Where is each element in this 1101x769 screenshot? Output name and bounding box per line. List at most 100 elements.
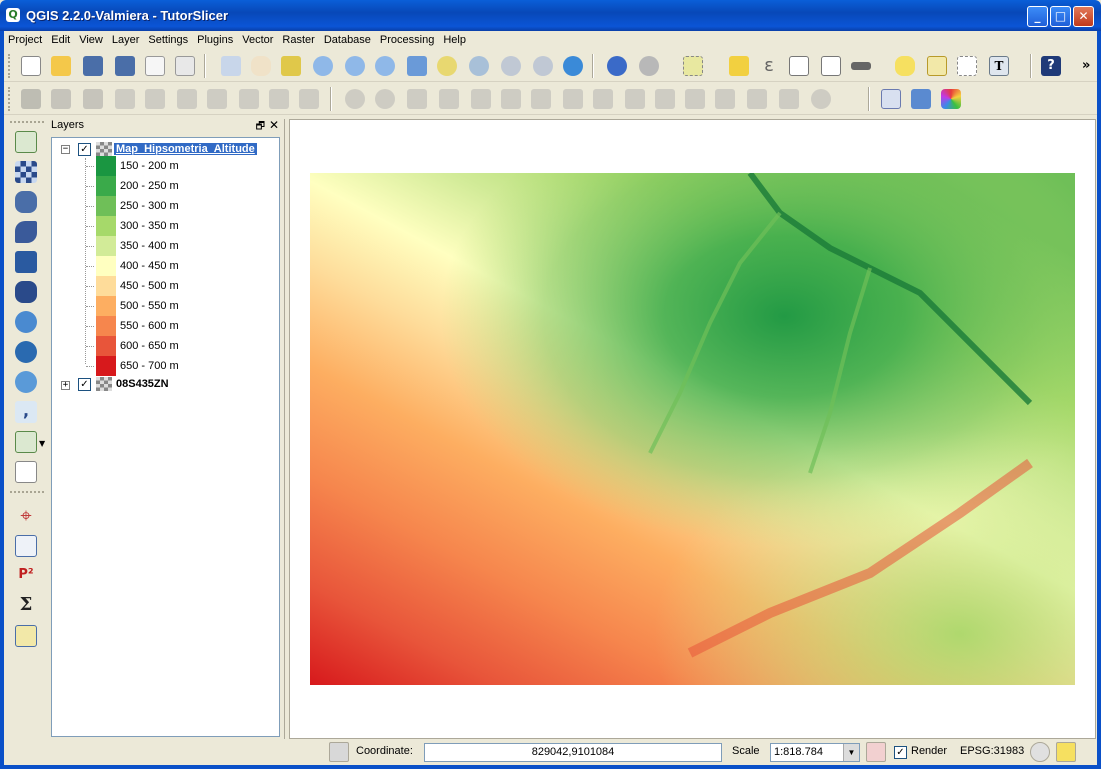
show-bookmarks-button[interactable] [954, 53, 980, 79]
add-delimited-text-button[interactable]: , [13, 399, 39, 425]
add-mssql-layer-button[interactable] [13, 249, 39, 275]
open-project-button[interactable] [48, 53, 74, 79]
add-ring-button[interactable] [436, 86, 462, 112]
add-wms-layer-button[interactable] [13, 309, 39, 335]
rotate-feature-button[interactable] [808, 86, 834, 112]
map-tips-button[interactable] [892, 53, 918, 79]
identify-button[interactable] [604, 53, 630, 79]
add-oracle-layer-button[interactable] [13, 279, 39, 305]
menu-layer[interactable]: Layer [108, 31, 145, 48]
maximize-button[interactable]: □ [1050, 6, 1071, 27]
warning-icon[interactable] [1056, 742, 1076, 762]
statistics-button[interactable] [818, 53, 844, 79]
run-action-button[interactable] [636, 53, 662, 79]
layer-item-08s435zn[interactable]: 08S435ZN [116, 375, 169, 393]
zoom-full-button[interactable] [404, 53, 430, 79]
save-project-button[interactable] [80, 53, 106, 79]
layer-labeling-button[interactable] [908, 86, 934, 112]
close-panel-icon[interactable]: ✕ [269, 118, 279, 132]
add-vector-layer-button[interactable] [13, 129, 39, 155]
add-wcs-layer-button[interactable] [13, 339, 39, 365]
georeferencer-button[interactable]: ⌖ [13, 503, 39, 529]
style-manager-button[interactable] [938, 86, 964, 112]
node-tool-button[interactable] [174, 86, 200, 112]
current-edits-button[interactable] [18, 86, 44, 112]
chevron-down-icon[interactable]: ▼ [843, 744, 859, 761]
remove-layer-button[interactable] [13, 459, 39, 485]
menu-raster[interactable]: Raster [278, 31, 319, 48]
minimize-button[interactable]: _ [1027, 6, 1048, 27]
new-shapefile-button[interactable] [13, 429, 39, 455]
layer-visibility-checkbox[interactable]: ✓ [78, 378, 91, 391]
select-features-button[interactable] [680, 53, 706, 79]
menu-project[interactable]: Project [4, 31, 47, 48]
crs-status-button[interactable]: EPSG:31983 [960, 745, 1024, 757]
touch-zoom-button[interactable] [218, 53, 244, 79]
add-wfs-layer-button[interactable] [13, 369, 39, 395]
labeling-button[interactable] [878, 86, 904, 112]
help-button[interactable]: ? [1038, 53, 1064, 79]
menu-vector[interactable]: Vector [238, 31, 278, 48]
sum-statistics-button[interactable]: Σ [13, 593, 39, 619]
merge-attributes-button[interactable] [744, 86, 770, 112]
collapse-layer-toggle[interactable]: − [61, 145, 70, 154]
zoom-last-button[interactable] [498, 53, 524, 79]
stop-render-icon[interactable] [866, 742, 886, 762]
menu-view[interactable]: View [75, 31, 108, 48]
menu-processing[interactable]: Processing [376, 31, 439, 48]
menu-edit[interactable]: Edit [47, 31, 75, 48]
map-canvas[interactable] [289, 119, 1096, 739]
fill-ring-button[interactable] [498, 86, 524, 112]
zoom-to-layer-button[interactable] [466, 53, 492, 79]
undo-button[interactable] [342, 86, 368, 112]
menu-database[interactable]: Database [320, 31, 376, 48]
delete-selected-button[interactable] [204, 86, 230, 112]
layer-visibility-checkbox[interactable]: ✓ [78, 143, 91, 156]
panel-splitter[interactable] [284, 119, 288, 739]
offset-curve-button[interactable] [622, 86, 648, 112]
notepad-button[interactable] [13, 623, 39, 649]
add-part-button[interactable] [468, 86, 494, 112]
simplify-feature-button[interactable] [404, 86, 430, 112]
zoom-next-button[interactable] [530, 53, 556, 79]
menu-help[interactable]: Help [439, 31, 471, 48]
new-composer-button[interactable] [142, 53, 168, 79]
deselect-button[interactable] [726, 53, 752, 79]
add-postgis-layer-button[interactable] [13, 189, 39, 215]
split-parts-button[interactable] [682, 86, 708, 112]
add-feature-button[interactable] [112, 86, 138, 112]
paste-features-button[interactable] [296, 86, 322, 112]
split-features-button[interactable] [652, 86, 678, 112]
toggle-editing-button[interactable] [48, 86, 74, 112]
toolbar-grip[interactable] [8, 54, 12, 78]
scale-combobox[interactable]: 1:818.784 ▼ [770, 743, 860, 762]
pan-to-selection-button[interactable] [278, 53, 304, 79]
geometry-checker-button[interactable] [13, 533, 39, 559]
rotate-symbols-button[interactable] [776, 86, 802, 112]
redo-button[interactable] [372, 86, 398, 112]
toolbar-grip[interactable] [8, 87, 12, 111]
text-annotation-button[interactable]: T [986, 53, 1012, 79]
delete-part-button[interactable] [560, 86, 586, 112]
refresh-button[interactable] [560, 53, 586, 79]
add-raster-layer-button[interactable] [13, 159, 39, 185]
projection-globe-icon[interactable] [1030, 742, 1050, 762]
reshape-features-button[interactable] [590, 86, 616, 112]
add-spatialite-layer-button[interactable] [13, 219, 39, 245]
zoom-native-button[interactable] [372, 53, 398, 79]
save-as-button[interactable] [112, 53, 138, 79]
expand-layer-toggle[interactable]: + [61, 381, 70, 390]
mouse-coordinates-toggle-icon[interactable] [329, 742, 349, 762]
merge-features-button[interactable] [712, 86, 738, 112]
toolbar-overflow-button[interactable]: » [1082, 58, 1090, 73]
copy-features-button[interactable] [266, 86, 292, 112]
render-checkbox[interactable]: ✓ [894, 746, 907, 759]
close-window-button[interactable]: ✕ [1073, 6, 1094, 27]
coordinate-field[interactable]: 829042,9101084 [424, 743, 722, 762]
attribute-table-button[interactable] [786, 53, 812, 79]
pan-map-button[interactable] [248, 53, 274, 79]
save-edits-button[interactable] [80, 86, 106, 112]
new-bookmark-button[interactable] [924, 53, 950, 79]
zoom-in-button[interactable] [310, 53, 336, 79]
float-panel-icon[interactable]: 🗗 [256, 119, 265, 136]
